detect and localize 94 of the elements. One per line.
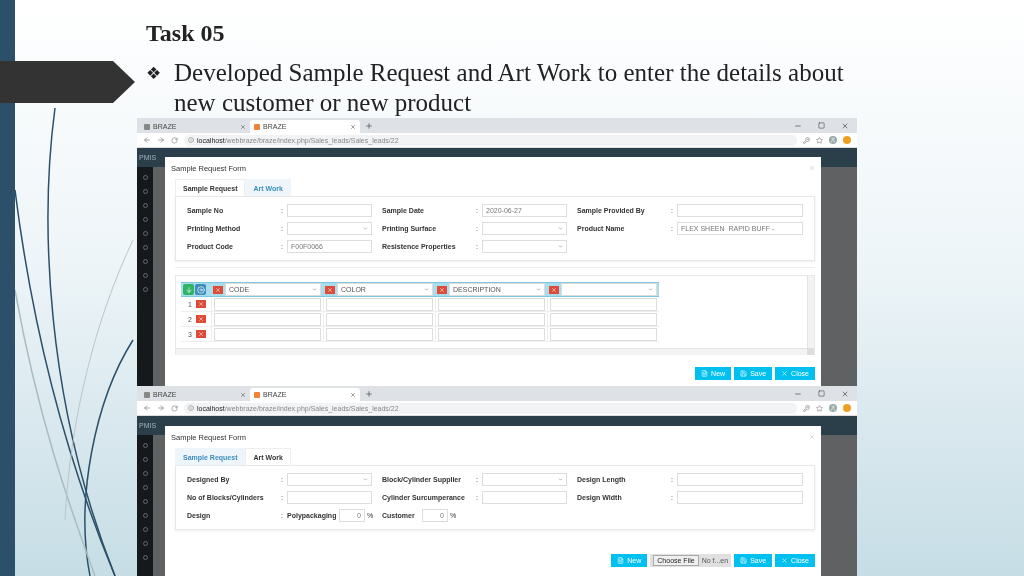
- text-field[interactable]: [677, 491, 803, 504]
- close-icon: [215, 286, 221, 293]
- select-field[interactable]: [482, 473, 567, 486]
- favicon-icon: [254, 391, 260, 398]
- select-field[interactable]: [482, 222, 567, 235]
- close-icon: [551, 286, 557, 293]
- favicon-icon: [144, 391, 150, 398]
- close-icon: [781, 370, 789, 377]
- text-field[interactable]: [287, 204, 372, 217]
- floppy-disk-icon: [740, 557, 748, 564]
- arrow-down-icon: [184, 285, 193, 294]
- avatar-icon[interactable]: [829, 404, 837, 412]
- close-icon: [197, 301, 204, 307]
- caret-icon: [363, 477, 368, 482]
- floppy-disk-icon: [740, 370, 748, 377]
- close-icon: [439, 286, 445, 293]
- reload-icon[interactable]: [171, 136, 178, 144]
- favicon-icon: [144, 123, 150, 130]
- text-field[interactable]: [438, 312, 545, 326]
- close-icon[interactable]: [240, 391, 246, 398]
- close-icon[interactable]: [350, 123, 356, 130]
- text-field[interactable]: [326, 312, 433, 326]
- caret-icon: [312, 287, 317, 292]
- remove-button[interactable]: [437, 285, 447, 294]
- text-field[interactable]: [214, 312, 321, 326]
- text-field[interactable]: [677, 204, 803, 217]
- favicon-icon: [254, 123, 260, 130]
- text-field[interactable]: [438, 297, 545, 311]
- add-button[interactable]: [183, 284, 194, 295]
- text-field[interactable]: [326, 327, 433, 341]
- key-icon[interactable]: [803, 404, 810, 412]
- info-icon[interactable]: [188, 405, 194, 411]
- select-field[interactable]: [561, 283, 657, 296]
- close-icon[interactable]: [809, 165, 815, 171]
- close-icon[interactable]: [350, 391, 356, 398]
- maximize-icon[interactable]: [818, 122, 825, 129]
- key-icon[interactable]: [803, 136, 810, 144]
- horizontal-scrollbar[interactable]: [176, 348, 807, 355]
- remove-button[interactable]: [195, 330, 206, 338]
- text-field[interactable]: [214, 297, 321, 311]
- bullet-text: Developed Sample Request and Art Work to enter the details about new customer or new product: [174, 58, 845, 118]
- info-icon[interactable]: [188, 137, 194, 143]
- back-icon[interactable]: [143, 136, 151, 144]
- new-tab-icon[interactable]: [365, 122, 373, 130]
- remove-button[interactable]: [549, 285, 559, 294]
- caret-icon: [424, 287, 429, 292]
- remove-button[interactable]: [213, 285, 223, 294]
- forward-icon[interactable]: [157, 136, 165, 144]
- close-icon: [327, 286, 333, 293]
- caret-icon: [363, 226, 368, 231]
- star-icon[interactable]: [816, 136, 823, 144]
- close-icon[interactable]: [841, 121, 849, 130]
- caret-icon: [536, 287, 541, 292]
- close-icon: [781, 557, 789, 564]
- caret-icon: [558, 244, 563, 249]
- text-field[interactable]: [550, 312, 657, 326]
- close-icon: [197, 331, 204, 337]
- caret-icon: [558, 477, 563, 482]
- select-field[interactable]: [287, 222, 372, 235]
- remove-button[interactable]: [195, 300, 206, 308]
- remove-button[interactable]: [325, 285, 335, 294]
- extension-icon[interactable]: [843, 136, 851, 144]
- caret-icon: [648, 287, 653, 292]
- forward-icon[interactable]: [157, 404, 165, 412]
- select-field[interactable]: [287, 473, 372, 486]
- text-field[interactable]: [550, 297, 657, 311]
- text-field[interactable]: [326, 297, 433, 311]
- add-column-button[interactable]: [195, 284, 206, 295]
- back-icon[interactable]: [143, 404, 151, 412]
- maximize-icon[interactable]: [818, 390, 825, 397]
- close-icon[interactable]: [809, 434, 815, 440]
- text-field[interactable]: [677, 473, 803, 486]
- text-field[interactable]: [482, 491, 567, 504]
- slide-title: Task 05: [146, 19, 226, 48]
- star-icon[interactable]: [816, 404, 823, 412]
- document-icon: [701, 370, 709, 377]
- remove-button[interactable]: [195, 315, 206, 323]
- extension-icon[interactable]: [843, 404, 851, 412]
- text-field[interactable]: [438, 327, 545, 341]
- vertical-scrollbar[interactable]: [807, 276, 814, 348]
- close-icon[interactable]: [841, 389, 849, 398]
- select-field[interactable]: [482, 240, 567, 253]
- text-field[interactable]: [550, 327, 657, 341]
- new-tab-icon[interactable]: [365, 390, 373, 398]
- bullet-glyph: ❖: [146, 62, 163, 85]
- caret-icon: [558, 226, 563, 231]
- close-icon[interactable]: [240, 123, 246, 130]
- text-field[interactable]: [287, 491, 372, 504]
- text-field[interactable]: [214, 327, 321, 341]
- avatar-icon[interactable]: [829, 136, 837, 144]
- arrow-circle-icon: [196, 285, 205, 294]
- document-icon: [617, 557, 625, 564]
- close-icon: [197, 316, 204, 322]
- reload-icon[interactable]: [171, 404, 178, 412]
